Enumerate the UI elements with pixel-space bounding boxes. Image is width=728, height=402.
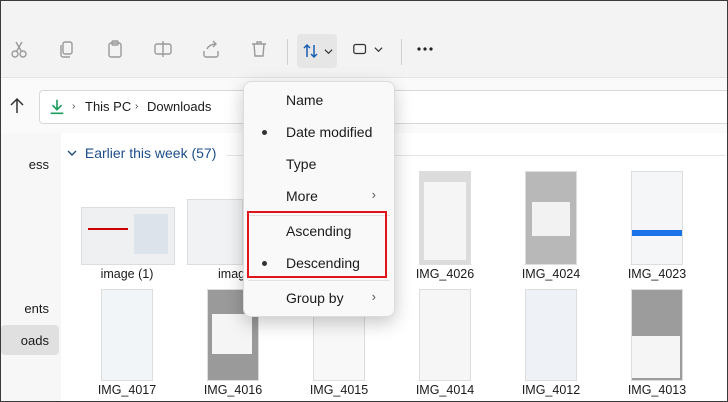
copy-icon[interactable]	[53, 35, 81, 63]
file-name[interactable]: imag	[178, 267, 245, 281]
menu-item-label: Group by	[286, 290, 344, 306]
file-thumbnail[interactable]	[631, 289, 683, 381]
menu-item-name[interactable]: Name	[244, 85, 394, 115]
file-thumbnail[interactable]	[313, 313, 365, 381]
chevron-down-icon	[373, 46, 383, 52]
file-name[interactable]: IMG_4013	[602, 383, 712, 397]
file-name[interactable]: IMG_4017	[72, 383, 182, 397]
highlight-box	[247, 211, 387, 278]
toolbar-divider	[401, 39, 402, 65]
chevron-right-icon: ›	[371, 187, 376, 202]
menu-item-type[interactable]: Type	[244, 149, 394, 179]
file-name[interactable]: IMG_4012	[496, 383, 606, 397]
sidebar-item-label: ents	[24, 301, 49, 316]
file-thumbnail[interactable]	[419, 289, 471, 381]
delete-icon[interactable]	[245, 35, 273, 63]
breadcrumb-chevron-icon: ›	[72, 101, 76, 112]
selected-bullet-icon	[262, 130, 267, 135]
file-name[interactable]: IMG_4026	[390, 267, 500, 281]
sidebar-item-downloads[interactable]: oads	[1, 325, 59, 355]
command-bar	[1, 1, 727, 77]
rename-icon[interactable]	[149, 35, 177, 63]
sidebar-item-label: ess	[28, 157, 49, 172]
file-explorer-window: › This PC › Downloads ess ents oads Earl…	[0, 0, 728, 402]
share-icon[interactable]	[197, 35, 225, 63]
menu-item-date-modified[interactable]: Date modified	[244, 117, 394, 147]
file-thumbnail[interactable]	[419, 171, 471, 265]
chevron-down-icon	[324, 49, 333, 55]
more-icon[interactable]	[411, 35, 439, 63]
file-name[interactable]: image (1)	[72, 267, 182, 281]
view-icon	[352, 43, 366, 55]
file-name[interactable]: IMG_4014	[390, 383, 500, 397]
breadcrumb-this-pc[interactable]: This PC	[85, 99, 131, 114]
file-name[interactable]: IMG_4016	[178, 383, 288, 397]
cut-icon[interactable]	[5, 35, 33, 63]
sort-button[interactable]	[297, 34, 337, 68]
breadcrumb-chevron-icon: ›	[135, 101, 139, 112]
sidebar-item-label: oads	[20, 333, 49, 348]
group-header[interactable]: Earlier this week (57)	[67, 145, 216, 161]
group-title: Earlier this week (57)	[84, 145, 217, 161]
menu-item-label: Type	[286, 156, 317, 172]
download-icon	[50, 99, 64, 115]
sidebar-item-access[interactable]: ess	[1, 149, 59, 179]
file-name[interactable]: IMG_4023	[602, 267, 712, 281]
chevron-down-icon	[67, 145, 81, 161]
file-name[interactable]: IMG_4024	[496, 267, 606, 281]
menu-item-label: Date modified	[286, 124, 373, 140]
up-arrow-icon[interactable]	[7, 96, 27, 116]
menu-item-group-by[interactable]: Group by ›	[244, 283, 394, 313]
menu-item-label: More	[286, 188, 318, 204]
chevron-right-icon: ›	[371, 289, 376, 304]
menu-item-more[interactable]: More ›	[244, 181, 394, 211]
file-name[interactable]: IMG_4015	[284, 383, 394, 397]
navigation-pane: ess ents oads	[1, 133, 61, 401]
menu-item-label: Name	[286, 92, 324, 108]
file-thumbnail[interactable]	[101, 289, 153, 381]
menu-divider	[248, 280, 390, 281]
sort-menu: Name Date modified Type More › Ascending…	[243, 81, 395, 317]
sort-icon	[303, 43, 318, 59]
breadcrumb-downloads[interactable]: Downloads	[147, 99, 211, 114]
view-button[interactable]	[347, 35, 387, 63]
sidebar-item-documents[interactable]: ents	[1, 293, 59, 323]
toolbar-divider	[287, 39, 288, 65]
file-thumbnail[interactable]	[81, 207, 175, 265]
file-thumbnail[interactable]	[187, 199, 243, 265]
paste-icon[interactable]	[101, 35, 129, 63]
file-thumbnail[interactable]	[525, 171, 577, 265]
file-thumbnail[interactable]	[631, 171, 683, 265]
file-thumbnail[interactable]	[525, 289, 577, 381]
